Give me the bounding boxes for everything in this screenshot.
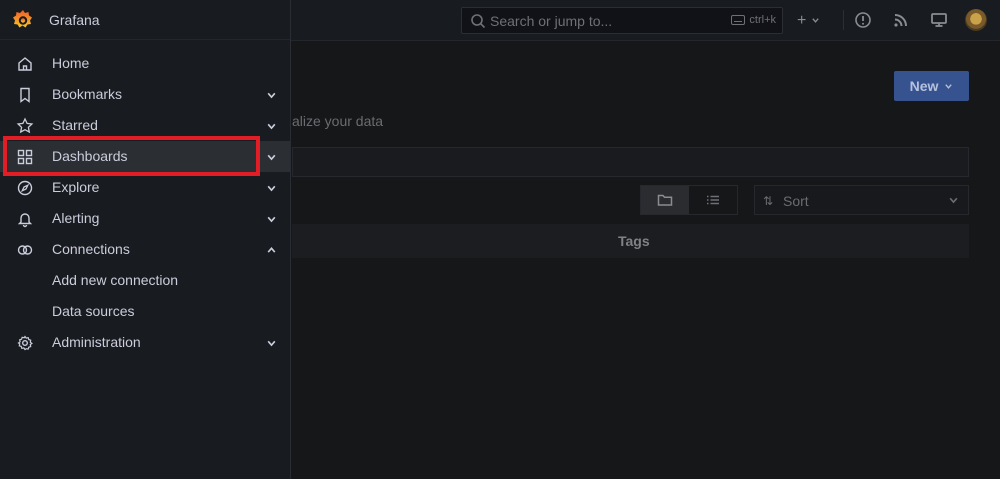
home-icon — [18, 57, 32, 71]
nav-item-bookmarks[interactable]: Bookmarks — [0, 79, 290, 110]
tags-column-header: Tags — [618, 233, 650, 249]
nav-item-administration[interactable]: Administration — [0, 327, 290, 358]
keyboard-icon — [731, 15, 746, 25]
sort-icon: ⇅ — [763, 194, 774, 208]
chevron-down-icon[interactable] — [266, 214, 277, 225]
add-new-button[interactable]: + — [797, 12, 820, 30]
nav-item-add-new-connection[interactable]: Add new connection — [0, 265, 290, 296]
topbar-divider — [843, 10, 844, 30]
chevron-down-icon[interactable] — [266, 152, 277, 163]
nav-item-explore[interactable]: Explore — [0, 172, 290, 203]
folder-view-button[interactable] — [641, 186, 689, 214]
gear-icon — [17, 335, 33, 351]
dashboard-search-input[interactable] — [292, 147, 969, 177]
view-toggle — [640, 185, 738, 215]
chevron-down-icon[interactable] — [266, 121, 277, 132]
help-icon[interactable] — [854, 11, 872, 29]
grafana-logo-icon[interactable] — [11, 8, 35, 32]
nav-item-data-sources[interactable]: Data sources — [0, 296, 290, 327]
bell-icon — [17, 213, 33, 228]
search-input[interactable]: Search or jump to... ctrl+k — [461, 7, 783, 34]
navigation-menu: Grafana Home Bookmarks Starred Dashboard… — [0, 0, 291, 479]
menu-header: Grafana — [0, 0, 290, 40]
bookmark-icon — [20, 87, 30, 103]
chevron-down-icon[interactable] — [266, 338, 277, 349]
nav-item-connections[interactable]: Connections — [0, 234, 290, 265]
search-icon — [471, 14, 486, 29]
nav-item-home[interactable]: Home — [0, 48, 290, 79]
user-avatar[interactable] — [965, 9, 987, 31]
sort-label: Sort — [783, 193, 809, 209]
list-icon — [707, 195, 719, 205]
folder-icon — [657, 194, 673, 206]
new-dashboard-button[interactable]: New — [894, 71, 969, 101]
chevron-down-icon[interactable] — [266, 90, 277, 101]
star-icon — [16, 117, 34, 134]
page-subtitle: alize your data — [292, 113, 384, 129]
news-feed-icon[interactable] — [892, 11, 910, 29]
annotation-highlight-box — [3, 136, 260, 176]
chevron-up-icon[interactable] — [266, 245, 277, 256]
compass-icon — [17, 180, 33, 196]
search-shortcut: ctrl+k — [731, 14, 776, 26]
brand-name: Grafana — [49, 12, 100, 28]
chevron-down-icon[interactable] — [266, 183, 277, 194]
chevron-down-icon — [945, 83, 953, 89]
chevron-down-icon — [812, 18, 819, 23]
list-view-button[interactable] — [689, 186, 737, 214]
sort-select[interactable]: ⇅ Sort — [754, 185, 969, 215]
search-placeholder: Search or jump to... — [490, 13, 613, 29]
nav-item-alerting[interactable]: Alerting — [0, 203, 290, 234]
chevron-down-icon — [949, 197, 958, 204]
connections-icon — [17, 245, 33, 255]
kiosk-mode-icon[interactable] — [930, 11, 948, 29]
table-header: Tags — [292, 224, 969, 258]
